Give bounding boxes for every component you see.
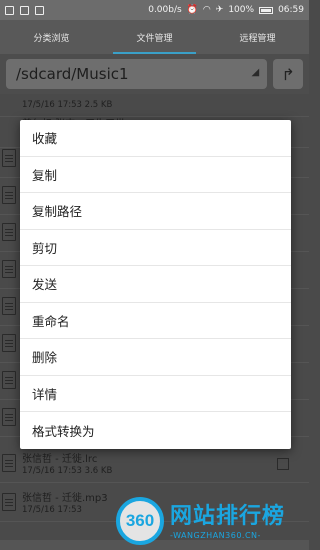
menu-item-send[interactable]: 发送 (20, 266, 291, 303)
watermark-url: -WANGZHAN360.CN- (170, 531, 261, 540)
context-menu: 收藏 复制 复制路径 剪切 发送 重命名 删除 详情 格式转换为 (20, 120, 291, 449)
network-speed: 0.00b/s (148, 5, 182, 15)
chevron-down-icon: ◢ (251, 67, 260, 78)
file-meta: 17/5/16 17:53 (22, 505, 82, 515)
file-name: 张信哲 - 迁徙.mp3 (22, 493, 108, 504)
gallery-notification-icon (20, 5, 29, 15)
select-checkbox[interactable] (277, 458, 289, 470)
document-icon (2, 186, 16, 204)
document-icon (2, 223, 16, 241)
document-icon (2, 408, 16, 426)
file-meta: 17/5/16 17:53 2.5 KB (22, 100, 113, 110)
document-icon (2, 334, 16, 352)
clock: 06:59 (278, 5, 304, 15)
menu-item-details[interactable]: 详情 (20, 376, 291, 412)
watermark-title: 网站排行榜 (170, 504, 286, 529)
document-icon (2, 260, 16, 278)
battery-percent: 100% (228, 5, 255, 15)
file-name: 张信哲 - 迁徙.lrc (22, 454, 98, 465)
tab-remote-manager[interactable]: 远程管理 (206, 20, 309, 54)
menu-item-copy[interactable]: 复制 (20, 157, 291, 193)
image-notification-icon (5, 5, 14, 15)
document-icon (2, 297, 16, 315)
status-bar: 0.00b/s ⏰ ◠ ✈ 100% 06:59 (0, 0, 309, 20)
document-icon (2, 493, 16, 511)
document-icon (2, 454, 16, 472)
document-icon (2, 371, 16, 389)
watermark-logo: 360 (116, 497, 164, 545)
battery-icon (259, 6, 274, 14)
document-icon (2, 149, 16, 167)
list-item[interactable]: 张信哲 - 迁徙.lrc 17/5/16 17:53 3.6 KB (0, 446, 309, 483)
menu-item-delete[interactable]: 删除 (20, 339, 291, 376)
wifi-icon: ◠ (202, 5, 211, 15)
menu-item-cut[interactable]: 剪切 (20, 230, 291, 266)
menu-item-copy-path[interactable]: 复制路径 (20, 193, 291, 230)
menu-item-rename[interactable]: 重命名 (20, 303, 291, 339)
bag-notification-icon (35, 5, 44, 15)
file-meta: 17/5/16 17:53 3.6 KB (22, 466, 113, 476)
watermark: 360 网站排行榜 -WANGZHAN360.CN- (114, 494, 309, 550)
airplane-icon: ✈ (215, 5, 224, 15)
tab-file-manager[interactable]: 文件管理 (103, 20, 206, 54)
menu-item-favorite[interactable]: 收藏 (20, 120, 291, 157)
menu-item-convert-format[interactable]: 格式转换为 (20, 412, 291, 449)
tab-bar: 分类浏览 文件管理 远程管理 (0, 20, 309, 54)
alarm-icon: ⏰ (186, 5, 198, 15)
tab-category-browse[interactable]: 分类浏览 (0, 20, 103, 54)
